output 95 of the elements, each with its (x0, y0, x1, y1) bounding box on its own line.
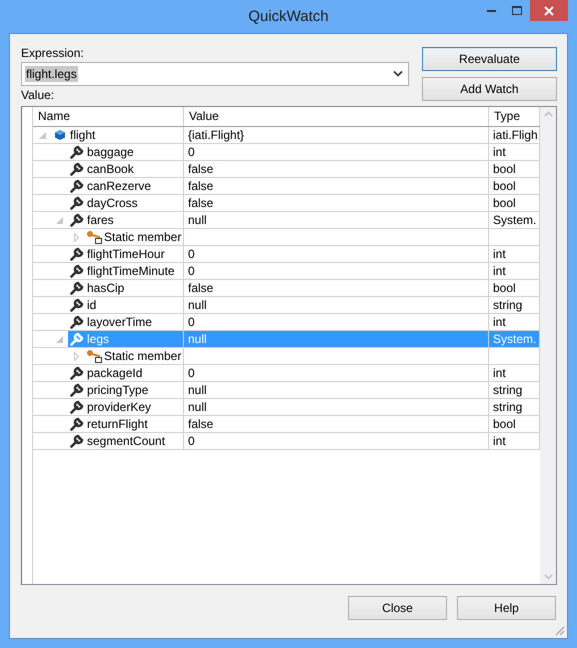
wrench-icon (70, 434, 84, 448)
key-icon (86, 349, 102, 363)
close-icon (544, 6, 554, 16)
wrench-icon (70, 264, 84, 278)
member-name: dayCross (86, 195, 138, 211)
value-cell: null (184, 399, 489, 416)
member-name: canRezerve (86, 178, 152, 194)
value-cell: false (184, 195, 489, 212)
value-cell: 0 (184, 365, 489, 382)
wrench-icon (70, 145, 84, 159)
watch-row[interactable]: flightTimeHour 0 int (33, 246, 540, 263)
help-button[interactable]: Help (457, 596, 556, 620)
watch-row[interactable]: pricingType null string (33, 382, 540, 399)
watch-row[interactable]: flight {iati.Flight} iati.Fligh (33, 127, 540, 144)
scroll-up-icon[interactable] (544, 111, 552, 117)
wrench-icon (70, 213, 84, 227)
member-name: packageId (86, 365, 142, 381)
member-name: id (86, 297, 96, 313)
cube-icon (54, 129, 66, 141)
expanded-arrow-icon[interactable] (56, 336, 62, 342)
scrollbar[interactable] (540, 107, 556, 584)
watch-row[interactable]: dayCross false bool (33, 195, 540, 212)
value-cell: null (184, 212, 489, 229)
member-name: returnFlight (86, 416, 148, 432)
collapsed-arrow-icon[interactable] (74, 352, 78, 360)
wrench-icon (70, 366, 84, 380)
member-name: Static member (103, 229, 182, 245)
value-cell: false (184, 161, 489, 178)
wrench-icon (70, 162, 84, 176)
wrench-icon (70, 383, 84, 397)
column-header[interactable]: Value (184, 107, 489, 126)
expression-combo[interactable]: flight.legs (21, 62, 409, 86)
watch-row[interactable]: providerKey null string (33, 399, 540, 416)
wrench-icon (70, 196, 84, 210)
wrench-icon (70, 298, 84, 312)
watch-row[interactable]: packageId 0 int (33, 365, 540, 382)
watch-row[interactable]: returnFlight false bool (33, 416, 540, 433)
watch-row[interactable]: Static member (33, 229, 540, 246)
expanded-arrow-icon[interactable] (38, 132, 46, 138)
watch-row[interactable]: segmentCount 0 int (33, 433, 540, 450)
expression-label: Expression: (21, 45, 85, 62)
member-name: flightTimeMinute (86, 263, 175, 279)
watch-row[interactable]: fares null System. (33, 212, 540, 229)
watch-row[interactable]: Static member (33, 348, 540, 365)
window-title: QuickWatch (248, 7, 329, 27)
value-cell: null (184, 331, 489, 348)
member-name: legs (86, 331, 110, 347)
value-cell: false (184, 416, 489, 433)
collapsed-arrow-icon[interactable] (74, 232, 78, 242)
member-name: providerKey (86, 399, 152, 415)
watch-row[interactable]: canRezerve false bool (33, 178, 540, 195)
value-cell: 0 (184, 263, 489, 280)
wrench-icon (70, 179, 84, 193)
value-cell: false (184, 178, 489, 195)
minimize-icon (486, 10, 496, 12)
wrench-icon (70, 315, 84, 329)
watch-button[interactable]: Reevaluate (422, 47, 557, 71)
member-name: canBook (86, 161, 134, 177)
wrench-icon (70, 247, 84, 261)
value-cell: false (184, 280, 489, 297)
member-name: flight (69, 127, 96, 143)
member-name: fares (86, 212, 114, 228)
member-name: flightTimeHour (86, 246, 165, 262)
wrench-icon (70, 417, 84, 431)
value-label: Value: (21, 87, 56, 104)
watch-row[interactable]: baggage 0 int (33, 144, 540, 161)
value-cell: null (184, 297, 489, 314)
watch-row[interactable]: hasCip false bool (33, 280, 540, 297)
scroll-down-icon[interactable] (544, 574, 552, 580)
member-name: pricingType (86, 382, 148, 398)
resize-grip-icon[interactable] (555, 626, 565, 636)
member-name: Static member (103, 348, 182, 364)
value-cell: 0 (184, 246, 489, 263)
value-cell: 0 (184, 144, 489, 161)
maximize-icon (512, 6, 522, 15)
wrench-icon (70, 400, 84, 414)
close-dialog-button[interactable]: Close (348, 596, 447, 620)
wrench-icon (70, 281, 84, 295)
expanded-arrow-icon[interactable] (56, 216, 62, 224)
watch-row[interactable]: id null string (33, 297, 540, 314)
column-header[interactable]: Name (33, 107, 184, 126)
value-cell: {iati.Flight} (184, 127, 489, 144)
member-name: baggage (86, 144, 134, 160)
member-name: segmentCount (86, 433, 166, 449)
watch-row[interactable]: flightTimeMinute 0 int (33, 263, 540, 280)
member-name: layoverTime (86, 314, 152, 330)
type-cell: System. (489, 331, 540, 348)
key-icon (86, 230, 102, 244)
close-button[interactable] (530, 0, 568, 21)
watch-button[interactable]: Add Watch (422, 77, 557, 101)
value-cell: 0 (184, 433, 489, 450)
value-cell: null (184, 382, 489, 399)
member-name: hasCip (86, 280, 124, 296)
watch-row[interactable]: canBook false bool (33, 161, 540, 178)
wrench-icon (70, 332, 84, 346)
